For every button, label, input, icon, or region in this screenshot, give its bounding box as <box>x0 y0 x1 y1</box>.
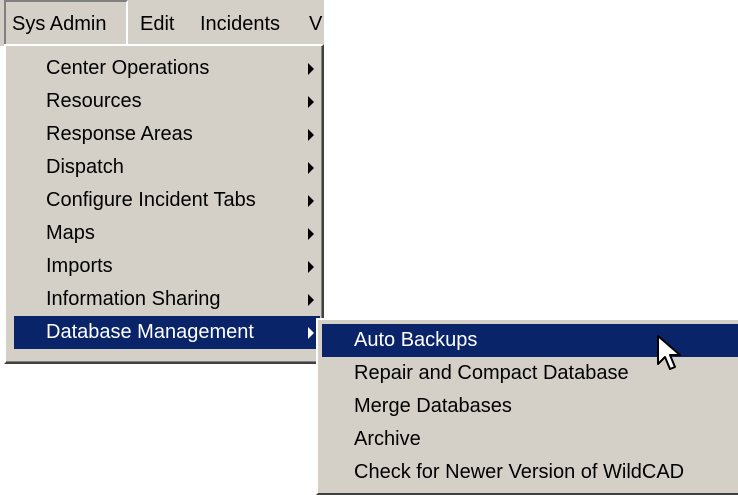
menu-item-database-management[interactable]: Database Management <box>14 316 320 349</box>
menu-incidents[interactable]: Incidents <box>200 0 300 46</box>
mouse-pointer-icon <box>657 335 681 370</box>
submenu-arrow-icon <box>308 261 314 273</box>
menu-edit-label: Edit <box>140 13 175 35</box>
submenu-item-label: Archive <box>354 428 421 450</box>
dropdown-inner: Center Operations Resources Response Are… <box>6 46 322 362</box>
menu-item-configure-incident-tabs[interactable]: Configure Incident Tabs <box>14 184 320 217</box>
menu-item-label: Information Sharing <box>46 288 221 310</box>
submenu-arrow-icon <box>308 96 314 108</box>
submenu-arrow-icon <box>308 327 314 339</box>
submenu-arrow-icon <box>308 162 314 174</box>
menu-item-label: Resources <box>46 90 142 112</box>
submenu-item-check-for-newer-version[interactable]: Check for Newer Version of WildCAD <box>322 456 738 489</box>
menu-item-information-sharing[interactable]: Information Sharing <box>14 283 320 316</box>
menu-item-maps[interactable]: Maps <box>14 217 320 250</box>
menu-incidents-label: Incidents <box>200 13 281 35</box>
menu-item-center-operations[interactable]: Center Operations <box>14 52 320 85</box>
submenu-arrow-icon <box>308 195 314 207</box>
menu-v-truncated[interactable]: V <box>309 0 324 46</box>
sys-admin-dropdown: Center Operations Resources Response Are… <box>4 44 324 364</box>
menu-item-label: Center Operations <box>46 57 210 79</box>
menu-sys-admin[interactable]: Sys Admin <box>4 0 128 46</box>
menu-item-label: Database Management <box>46 321 254 343</box>
submenu-item-label: Merge Databases <box>354 395 512 417</box>
menu-item-label: Dispatch <box>46 156 124 178</box>
menu-item-label: Configure Incident Tabs <box>46 189 256 211</box>
menu-item-imports[interactable]: Imports <box>14 250 320 283</box>
menu-item-response-areas[interactable]: Response Areas <box>14 118 320 151</box>
menu-item-resources[interactable]: Resources <box>14 85 320 118</box>
submenu-arrow-icon <box>308 228 314 240</box>
submenu-item-merge-databases[interactable]: Merge Databases <box>322 390 738 423</box>
submenu-item-label: Repair and Compact Database <box>354 362 629 384</box>
submenu-arrow-icon <box>308 294 314 306</box>
menu-item-dispatch[interactable]: Dispatch <box>14 151 320 184</box>
menu-sys-admin-label: Sys Admin <box>12 13 107 35</box>
submenu-arrow-icon <box>308 129 314 141</box>
menu-edit[interactable]: Edit <box>140 0 190 46</box>
menu-item-label: Response Areas <box>46 123 193 145</box>
menubar: Sys Admin Edit Incidents V <box>0 0 324 46</box>
menu-item-label: Maps <box>46 222 95 244</box>
menu-v-label: V <box>309 13 323 35</box>
submenu-arrow-icon <box>308 63 314 75</box>
submenu-item-archive[interactable]: Archive <box>322 423 738 456</box>
submenu-item-label: Check for Newer Version of WildCAD <box>354 461 685 483</box>
menu-item-label: Imports <box>46 255 113 277</box>
submenu-item-label: Auto Backups <box>354 329 478 351</box>
